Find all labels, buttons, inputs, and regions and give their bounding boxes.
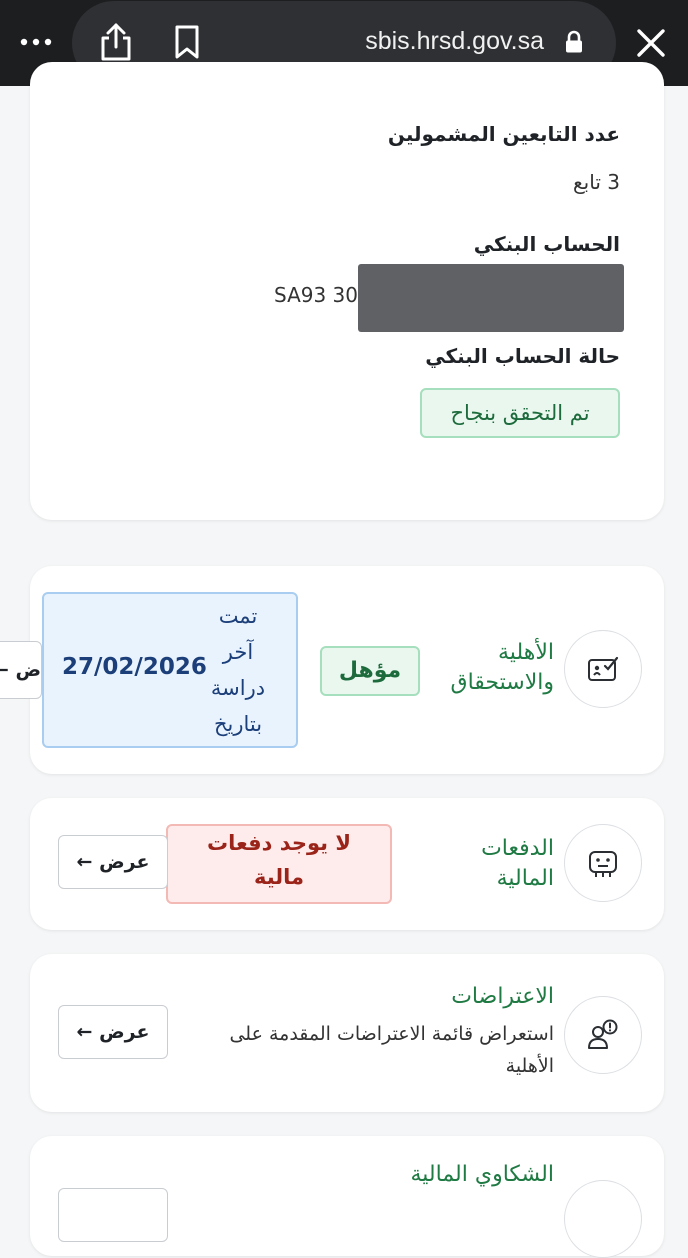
bookmark-icon[interactable]	[172, 24, 202, 60]
complaints-card: الشكاوي المالية	[30, 1136, 664, 1258]
payments-status-badge: لا يوجد دفعات مالية	[166, 824, 392, 904]
payments-card: الدفعات المالية لا يوجد دفعات مالية عرض …	[30, 798, 664, 930]
complaints-icon-wrap	[564, 1180, 642, 1258]
lock-icon	[566, 30, 582, 53]
close-icon[interactable]	[632, 24, 670, 62]
bank-account-label: الحساب البنكي	[473, 232, 620, 256]
url-text[interactable]: sbis.hrsd.gov.sa	[365, 27, 544, 56]
objections-title: الاعتراضات	[451, 984, 554, 1009]
last-study-date: 27/02/2026	[62, 654, 207, 680]
last-study-label: تمت آخر دراسة بتاريخ	[210, 604, 266, 736]
eligibility-card: الأهلية والاستحقاق مؤهل تمت آخر دراسة بت…	[30, 566, 664, 774]
beneficiary-info-card: عدد التابعين المشمولين 3 تابع الحساب الب…	[30, 62, 664, 520]
last-study-box: تمت آخر دراسة بتاريخ 27/02/2026	[42, 592, 298, 748]
id-check-icon	[588, 656, 619, 681]
complaints-title: الشكاوي المالية	[410, 1162, 554, 1187]
eligibility-title: الأهلية والاستحقاق	[450, 640, 554, 695]
objection-user-icon	[588, 1019, 618, 1049]
payments-title: الدفعات المالية	[481, 836, 554, 891]
bank-status-label: حالة الحساب البنكي	[425, 344, 620, 368]
share-icon[interactable]	[98, 22, 134, 62]
payments-view-button[interactable]: عرض ←	[58, 835, 168, 889]
eligibility-status-badge: مؤهل	[320, 646, 420, 696]
payments-icon-wrap	[564, 824, 642, 902]
objections-card: الاعتراضات استعراض قائمة الاعتراضات المق…	[30, 954, 664, 1112]
objections-icon-wrap	[564, 996, 642, 1074]
objections-description: استعراض قائمة الاعتراضات المقدمة على الأ…	[229, 1023, 554, 1077]
eligibility-icon-wrap	[564, 630, 642, 708]
bank-account-value: SA93 30	[274, 283, 359, 307]
objections-view-button[interactable]: عرض ←	[58, 1005, 168, 1059]
redacted-block	[358, 264, 624, 332]
dependents-value: 3 تابع	[573, 170, 620, 194]
bank-status-badge: تم التحقق بنجاح	[420, 388, 620, 438]
dependents-label: عدد التابعين المشمولين	[387, 122, 620, 146]
complaints-view-button[interactable]	[58, 1188, 168, 1242]
eligibility-view-button[interactable]: ض ←	[0, 641, 42, 699]
payments-icon	[589, 851, 617, 877]
more-icon[interactable]	[18, 28, 54, 56]
